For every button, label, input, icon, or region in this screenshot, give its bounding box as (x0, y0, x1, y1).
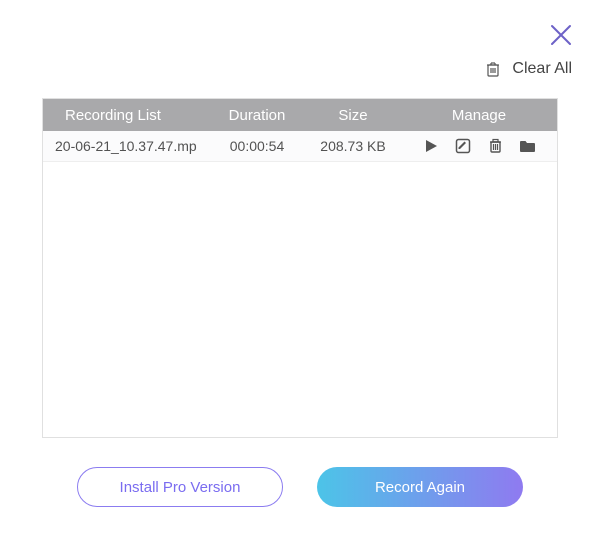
footer-buttons: Install Pro Version Record Again (0, 467, 600, 507)
record-again-button[interactable]: Record Again (317, 467, 523, 507)
edit-button[interactable] (454, 137, 472, 155)
play-icon (424, 139, 438, 153)
recording-table: Recording List Duration Size Manage 20-0… (42, 98, 558, 438)
install-pro-button[interactable]: Install Pro Version (77, 467, 283, 507)
folder-icon (519, 139, 536, 153)
recording-list-dialog: Clear All Recording List Duration Size M… (0, 0, 600, 541)
col-recording-list: Recording List (43, 107, 209, 124)
cell-duration: 00:00:54 (209, 138, 305, 154)
open-folder-button[interactable] (518, 137, 536, 155)
trash-icon (488, 138, 503, 154)
cell-size: 208.73 KB (305, 138, 401, 154)
record-again-label: Record Again (375, 479, 465, 496)
col-size: Size (305, 107, 401, 124)
delete-button[interactable] (486, 137, 504, 155)
clear-all-button[interactable]: Clear All (484, 60, 572, 78)
table-header: Recording List Duration Size Manage (43, 99, 557, 131)
install-pro-label: Install Pro Version (120, 479, 241, 496)
close-icon (550, 24, 572, 46)
cell-name: 20-06-21_10.37.47.mp (43, 138, 209, 154)
col-duration: Duration (209, 107, 305, 124)
cell-manage (401, 137, 557, 155)
trash-icon (484, 60, 502, 78)
table-row: 20-06-21_10.37.47.mp 00:00:54 208.73 KB (43, 131, 557, 162)
play-button[interactable] (422, 137, 440, 155)
col-manage: Manage (401, 107, 557, 124)
close-button[interactable] (550, 24, 572, 46)
edit-icon (455, 138, 471, 154)
clear-all-label: Clear All (512, 60, 572, 78)
